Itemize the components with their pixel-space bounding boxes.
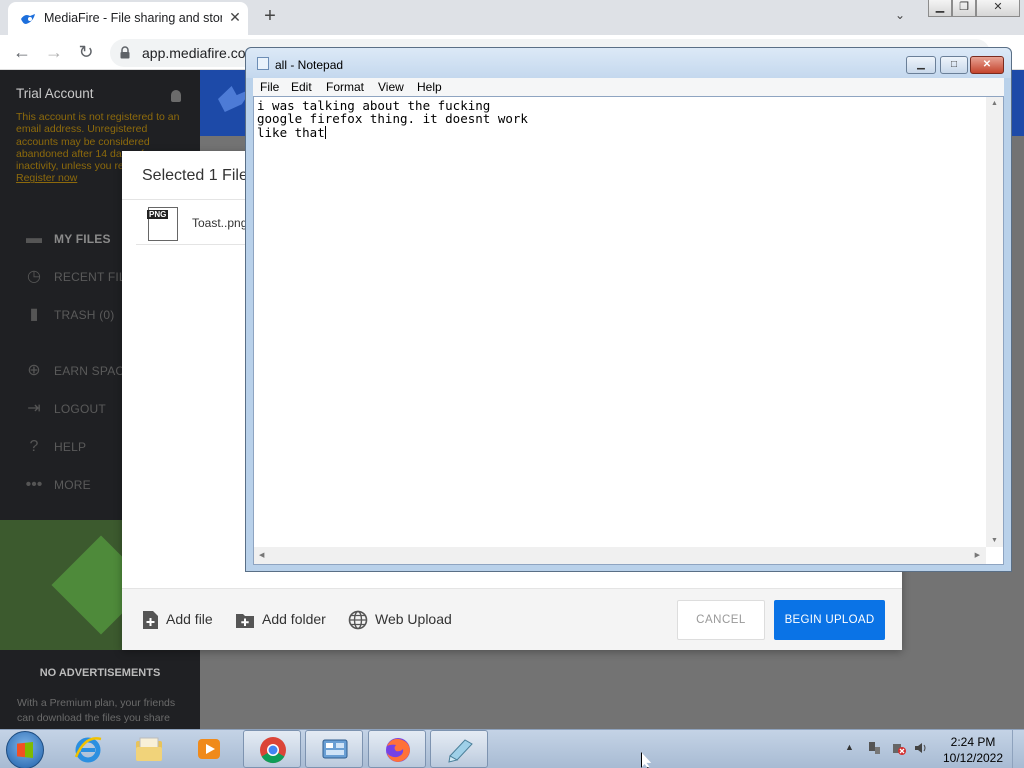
menu-view[interactable]: View — [378, 80, 404, 94]
more-icon: ••• — [25, 476, 43, 493]
add-folder-icon — [236, 614, 254, 628]
notepad-content[interactable]: i was talking about the fucking google fi… — [257, 99, 985, 545]
menu-edit[interactable]: Edit — [291, 80, 312, 94]
sidebar-item-label: EARN SPACE — [54, 364, 133, 378]
show-desktop-button[interactable] — [1012, 730, 1024, 768]
window-restore-button[interactable]: ❐ — [952, 0, 976, 17]
control-panel-icon — [322, 739, 348, 759]
notepad-close-button[interactable]: ✕ — [970, 56, 1004, 74]
add-folder-button[interactable]: Add folder — [235, 609, 330, 631]
globe-icon — [348, 610, 368, 630]
text-line: google firefox thing. it doesnt work — [257, 111, 528, 127]
add-file-button[interactable]: Add file — [142, 609, 222, 631]
register-now-link[interactable]: Register now — [16, 172, 77, 184]
sidebar-item-label: TRASH (0) — [54, 308, 115, 322]
sidebar-item-label: LOGOUT — [54, 402, 106, 416]
clock-date[interactable]: 10/12/2022 — [940, 751, 1006, 765]
notepad-text-area[interactable]: i was talking about the fucking google fi… — [253, 96, 1004, 565]
notification-bell-icon[interactable] — [171, 90, 181, 102]
png-file-icon: PNG — [147, 207, 178, 241]
scroll-left-arrow-icon[interactable]: ◀ — [259, 551, 264, 559]
menu-file[interactable]: File — [260, 80, 279, 94]
notepad-app-icon — [257, 57, 269, 70]
folder-icon — [136, 737, 162, 761]
notepad-title: all - Notepad — [275, 58, 344, 72]
clock-time[interactable]: 2:24 PM — [945, 735, 1001, 749]
logout-icon: ⇥ — [27, 400, 41, 417]
taskbar-control-panel[interactable] — [305, 730, 363, 768]
sidebar-item-label: MY FILES — [54, 232, 111, 246]
notepad-window: all - Notepad ▁ □ ✕ File Edit Format Vie… — [245, 47, 1012, 572]
back-arrow-icon[interactable]: ← — [10, 40, 34, 64]
sidebar-item-label: MORE — [54, 478, 91, 492]
add-file-label: Add file — [166, 611, 213, 627]
scroll-right-arrow-icon[interactable]: ▶ — [975, 551, 980, 559]
web-upload-label: Web Upload — [375, 611, 452, 627]
tab-search-chevron-icon[interactable]: ⌄ — [895, 8, 905, 22]
mediafire-favicon-icon — [21, 14, 35, 24]
new-tab-button[interactable]: + — [258, 4, 282, 28]
trash-icon: ▮ — [29, 306, 39, 323]
volume-icon[interactable] — [914, 741, 928, 755]
lock-icon — [120, 46, 130, 59]
tray-overflow-arrow-icon[interactable]: ▲ — [845, 742, 854, 752]
plus-circle-icon: ⊕ — [27, 362, 41, 379]
firefox-icon — [386, 738, 410, 762]
notepad-icon — [448, 739, 473, 763]
notepad-maximize-button[interactable]: □ — [940, 56, 968, 74]
add-file-icon — [143, 611, 158, 629]
url-text: app.mediafire.co — [142, 45, 246, 61]
tab-title: MediaFire - File sharing and storage — [44, 11, 222, 25]
horizontal-scrollbar[interactable]: ◀ ▶ — [254, 547, 986, 564]
web-upload-button[interactable]: Web Upload — [348, 609, 458, 631]
trial-account-title: Trial Account — [16, 86, 94, 101]
text-line: like that — [257, 124, 325, 140]
premium-promo-text: With a Premium plan, your friends can do… — [17, 697, 176, 724]
tab-close-icon[interactable]: ✕ — [226, 8, 244, 26]
notepad-minimize-button[interactable]: ▁ — [906, 56, 936, 74]
window-minimize-button[interactable]: ▁ — [928, 0, 952, 17]
menu-format[interactable]: Format — [326, 80, 364, 94]
help-icon: ? — [29, 438, 39, 455]
media-player-icon — [198, 739, 220, 759]
file-type-badge: PNG — [147, 210, 169, 219]
taskbar-file-explorer[interactable] — [120, 730, 178, 768]
chrome-icon — [260, 737, 286, 764]
reload-icon[interactable]: ↻ — [74, 40, 98, 64]
browser-tab-mediafire[interactable]: MediaFire - File sharing and storage ✕ — [8, 2, 248, 35]
text-line: i was talking about the fucking — [257, 98, 491, 113]
menu-help[interactable]: Help — [417, 80, 442, 94]
forward-arrow-icon[interactable]: → — [42, 40, 66, 64]
notepad-menubar: File Edit Format View Help — [253, 78, 1004, 96]
begin-upload-button[interactable]: BEGIN UPLOAD — [774, 600, 885, 640]
scroll-up-arrow-icon[interactable]: ▲ — [991, 100, 998, 107]
upload-dialog-footer: Add file Add folder Web Upload CANCEL BE… — [122, 588, 902, 650]
file-name: Toast..png — [192, 216, 248, 230]
window-close-button[interactable]: ✕ — [976, 0, 1020, 17]
network-warning-icon[interactable] — [892, 741, 906, 755]
notepad-titlebar[interactable]: all - Notepad ▁ □ ✕ — [246, 48, 1011, 78]
internet-explorer-icon — [74, 737, 102, 763]
taskbar-notepad[interactable] — [430, 730, 488, 768]
scroll-down-arrow-icon[interactable]: ▼ — [991, 537, 998, 544]
taskbar-chrome[interactable] — [243, 730, 301, 768]
taskbar-media-player[interactable] — [180, 730, 238, 768]
folder-icon: ▬ — [26, 230, 42, 247]
action-center-icon[interactable] — [867, 741, 881, 755]
clock-icon: ◷ — [27, 268, 41, 285]
sidebar-item-label: HELP — [54, 440, 87, 454]
no-ads-heading: NO ADVERTISEMENTS — [39, 667, 161, 679]
start-button[interactable] — [6, 731, 44, 768]
cancel-button[interactable]: CANCEL — [677, 600, 765, 640]
vertical-scrollbar[interactable]: ▲ ▼ — [986, 97, 1003, 547]
text-line-with-caret: like that — [257, 126, 985, 139]
text-caret — [324, 125, 326, 139]
windows-taskbar: ▲ 2:24 PM 10/12/2022 — [0, 729, 1024, 768]
taskbar-firefox[interactable] — [368, 730, 426, 768]
browser-tab-bar: MediaFire - File sharing and storage ✕ +… — [0, 0, 1024, 35]
taskbar-internet-explorer[interactable] — [59, 730, 117, 768]
add-folder-label: Add folder — [262, 611, 326, 627]
upload-dialog-title: Selected 1 File — [142, 167, 248, 184]
windows-logo-icon — [17, 742, 33, 758]
